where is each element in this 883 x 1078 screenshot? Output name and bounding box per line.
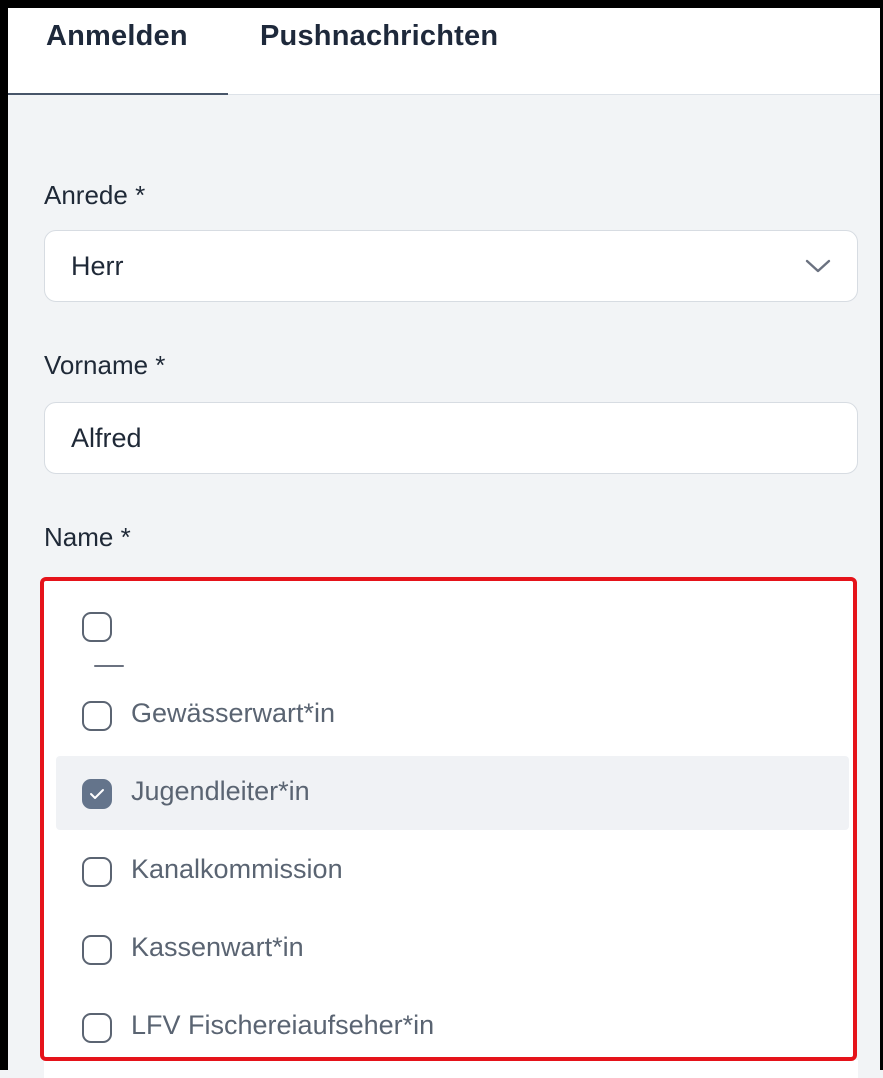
role-dropdown-list[interactable]: Gewässerwart*in Jugendleiter*in Kanalkom… — [40, 577, 857, 1061]
checkbox[interactable] — [82, 701, 112, 731]
checkbox[interactable] — [82, 1013, 112, 1043]
dropdown-option[interactable]: Kassenwart*in — [56, 912, 849, 986]
tab-pushnachrichten[interactable]: Pushnachrichten — [260, 20, 498, 53]
name-field-edge — [44, 1060, 858, 1078]
app-frame: Anmelden Pushnachrichten Anrede * Herr V… — [0, 0, 883, 1078]
active-tab-indicator — [8, 93, 228, 95]
dropdown-option[interactable] — [56, 589, 849, 667]
option-label: Kanalkommission — [131, 854, 343, 884]
option-label: Kassenwart*in — [131, 932, 304, 962]
checkmark-icon — [90, 789, 104, 799]
tab-anmelden[interactable]: Anmelden — [46, 20, 188, 53]
dropdown-option-selected[interactable]: Jugendleiter*in — [56, 756, 849, 830]
option-label: LFV Fischereiaufseher*in — [131, 1010, 435, 1040]
firstname-label: Vorname * — [44, 350, 166, 380]
dropdown-option[interactable]: LFV Fischereiaufseher*in — [56, 990, 849, 1057]
option-label: Gewässerwart*in — [131, 698, 336, 728]
salutation-value: Herr — [71, 251, 124, 281]
salutation-select[interactable]: Herr — [44, 230, 858, 302]
option-label: Jugendleiter*in — [131, 776, 310, 806]
salutation-label: Anrede * — [44, 180, 146, 210]
checkbox-checked[interactable] — [82, 779, 112, 809]
tab-bar: Anmelden Pushnachrichten — [8, 8, 880, 95]
checkbox[interactable] — [82, 857, 112, 887]
name-label: Name * — [44, 522, 131, 552]
checkbox[interactable] — [82, 612, 112, 642]
chevron-down-icon — [805, 258, 831, 279]
firstname-input[interactable]: Alfred — [44, 402, 858, 474]
dropdown-option[interactable]: Kanalkommission — [56, 834, 849, 908]
dropdown-option[interactable]: Gewässerwart*in — [56, 678, 849, 752]
option-separator — [94, 665, 124, 667]
firstname-value: Alfred — [71, 423, 142, 453]
checkbox[interactable] — [82, 935, 112, 965]
